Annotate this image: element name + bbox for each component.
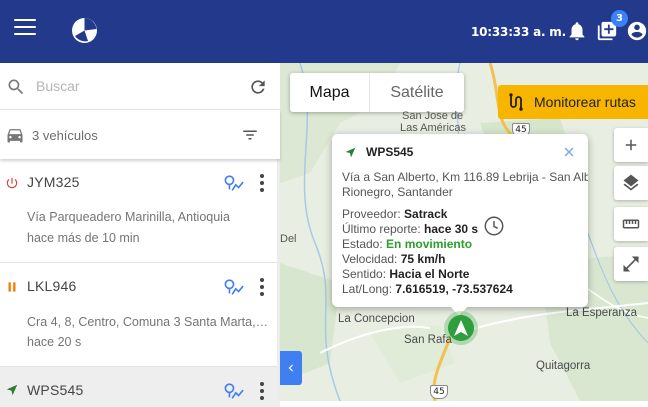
- search-input[interactable]: [36, 75, 236, 97]
- direction-value: Hacia el Norte: [389, 267, 470, 281]
- last-report-label: Último reporte:: [342, 222, 421, 236]
- vehicle-last-report: hace más de 10 min: [27, 231, 140, 245]
- popup-address: Vía a San Alberto, Km 116.89 Lebrija - S…: [342, 170, 588, 200]
- power-icon: [6, 177, 18, 189]
- north-arrow-icon: [454, 320, 468, 336]
- search-bar: [0, 63, 280, 110]
- vehicle-last-report: hace 20 s: [27, 335, 82, 349]
- zoom-in-button[interactable]: [614, 128, 648, 162]
- map-type-toggle: Mapa Satélite: [290, 73, 464, 112]
- vehicle-plate: JYM325: [27, 174, 80, 190]
- map-label-del: Del: [280, 233, 297, 245]
- map-label-la-concepcion: La Concepcion: [338, 313, 415, 325]
- latlong-label: Lat/Long:: [342, 282, 393, 296]
- latlong-value: 7.616519, -73.537624: [395, 282, 513, 296]
- vehicle-marker[interactable]: [444, 311, 478, 345]
- top-app-bar: 10:33:33 a. m. 3: [0, 0, 648, 63]
- popup-title: WPS545: [366, 145, 414, 159]
- map-label-quitagorra: Quitagorra: [536, 360, 591, 372]
- current-time: 10:33:33 a. m.: [471, 25, 566, 39]
- vehicle-item-jym325[interactable]: JYM325 Vía Parqueadero Marinilla, Antioq…: [0, 159, 280, 263]
- clock-icon: [484, 216, 504, 236]
- provider-label: Proveedor:: [342, 207, 401, 221]
- fullscreen-button[interactable]: [614, 247, 648, 281]
- navigation-arrow-icon: [345, 147, 356, 158]
- route-path-icon: [509, 93, 523, 111]
- state-label: Estado:: [342, 237, 383, 251]
- more-vert-icon[interactable]: [258, 277, 266, 297]
- popup-provider: Proveedor: Satrack: [342, 207, 447, 221]
- route-icon[interactable]: [223, 381, 245, 401]
- collapse-sidebar-button[interactable]: [280, 351, 302, 385]
- popup-address-line1: Vía a San Alberto, Km 116.89 Lebrija - S…: [342, 170, 588, 184]
- filter-icon[interactable]: [240, 126, 260, 144]
- speed-value: 75 km/h: [400, 252, 446, 266]
- popup-latlong: Lat/Long: 7.616519, -73.537624: [342, 282, 513, 296]
- bell-icon[interactable]: [566, 20, 588, 42]
- vehicle-item-wps545[interactable]: WPS545: [0, 367, 280, 407]
- route-shield: 45: [430, 385, 448, 399]
- map-view[interactable]: Mapa Satélite Monitorear rutas San Jose …: [280, 63, 648, 401]
- pause-icon: [8, 282, 16, 292]
- logo-icon[interactable]: [71, 17, 98, 44]
- route-icon[interactable]: [223, 277, 245, 297]
- popup-address-line2: Rionegro, Santander: [342, 185, 453, 199]
- navigation-arrow-icon: [6, 384, 18, 396]
- measure-button[interactable]: [614, 207, 648, 241]
- map-type-map[interactable]: Mapa: [290, 73, 369, 112]
- vehicle-count-row: 3 vehículos: [0, 110, 280, 159]
- close-icon[interactable]: [564, 147, 574, 157]
- popup-speed: Velocidad: 75 km/h: [342, 252, 445, 266]
- vehicle-info-popup: WPS545 Vía a San Alberto, Km 116.89 Lebr…: [332, 134, 588, 307]
- more-vert-icon[interactable]: [258, 173, 266, 193]
- car-icon: [7, 129, 23, 143]
- direction-label: Sentido:: [342, 267, 387, 281]
- vehicle-plate: LKL946: [27, 278, 77, 294]
- route-icon[interactable]: [223, 173, 245, 193]
- search-icon: [8, 79, 24, 95]
- last-report-value: hace 30 s: [424, 222, 479, 236]
- vehicle-marker-core: [448, 315, 474, 341]
- menu-icon[interactable]: [14, 19, 36, 37]
- vehicle-address: Cra 4, 8, Centro, Comuna 3 Santa Marta, …: [27, 315, 271, 329]
- map-type-satellite[interactable]: Satélite: [369, 73, 464, 112]
- speed-label: Velocidad:: [342, 252, 398, 266]
- provider-value: Satrack: [404, 207, 448, 221]
- layers-icon: [623, 174, 639, 191]
- vehicle-address: Vía Parqueadero Marinilla, Antioquia: [27, 210, 230, 224]
- expand-icon: [623, 256, 639, 272]
- map-label-san-rafael: San Rafa: [404, 334, 452, 346]
- map-label-la-esperanza: La Esperanza: [566, 307, 637, 319]
- map-label-san-jose: San Jose de: [402, 110, 464, 122]
- state-value: En movimiento: [386, 237, 473, 251]
- vehicle-sidebar: 3 vehículos JYM325 Vía Parqueadero Marin…: [0, 63, 280, 407]
- vehicle-plate: WPS545: [27, 382, 84, 398]
- refresh-icon[interactable]: [248, 77, 268, 97]
- monitor-routes-button[interactable]: Monitorear rutas: [498, 85, 648, 119]
- popup-last-report: Último reporte: hace 30 s: [342, 222, 478, 236]
- ruler-icon: [622, 219, 640, 229]
- map-label-las-americas: Las Américas: [400, 122, 467, 134]
- account-icon[interactable]: [626, 20, 648, 42]
- more-vert-icon[interactable]: [258, 381, 266, 401]
- vehicle-count: 3 vehículos: [32, 128, 98, 143]
- vehicle-item-lkl946[interactable]: LKL946 Cra 4, 8, Centro, Comuna 3 Santa …: [0, 263, 280, 367]
- monitor-routes-label: Monitorear rutas: [534, 94, 636, 110]
- chevron-left-icon: [288, 364, 293, 372]
- plus-icon: [625, 139, 637, 151]
- popup-direction: Sentido: Hacia el Norte: [342, 267, 469, 281]
- layers-button[interactable]: [614, 166, 648, 200]
- popup-state: Estado: En movimiento: [342, 237, 472, 251]
